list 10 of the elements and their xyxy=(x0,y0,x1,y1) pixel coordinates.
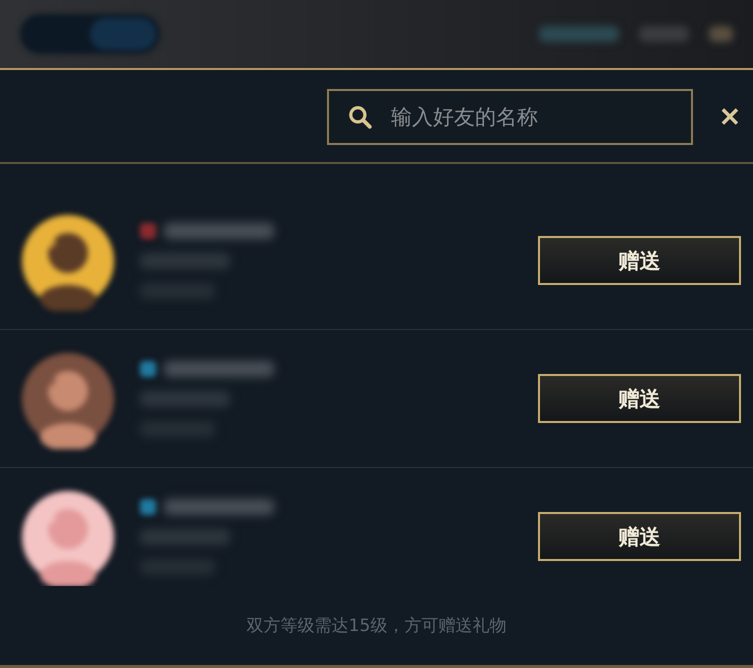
blurred-toggle[interactable] xyxy=(20,14,160,54)
search-field[interactable]: 输入好友的名称 xyxy=(327,89,693,145)
search-icon xyxy=(347,104,373,130)
gift-button[interactable]: 赠送 xyxy=(538,236,741,285)
gift-button[interactable]: 赠送 xyxy=(538,374,741,423)
gift-button[interactable]: 赠送 xyxy=(538,512,741,561)
footer-note: 双方等级需达15级，方可赠送礼物 xyxy=(246,615,506,637)
blurred-counter xyxy=(639,26,689,42)
blurred-icon xyxy=(709,26,733,42)
close-button[interactable]: ✕ xyxy=(719,102,741,132)
